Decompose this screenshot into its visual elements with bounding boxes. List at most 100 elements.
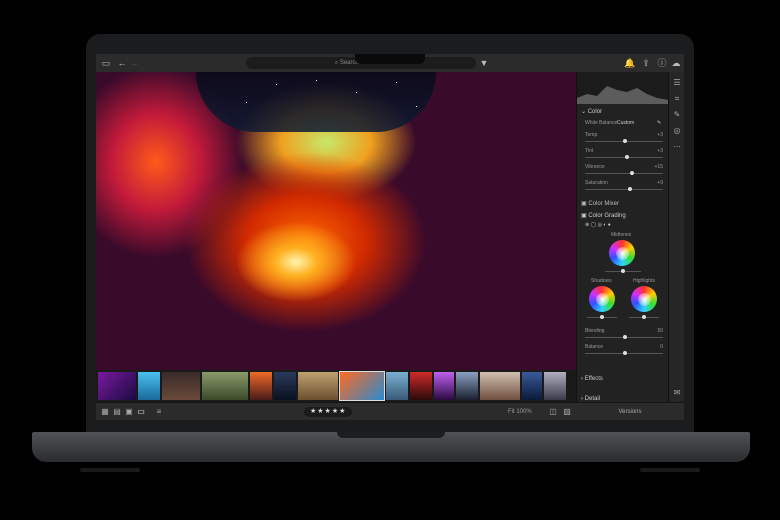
square-grid-icon[interactable]: ▣: [124, 407, 134, 417]
slider-knob[interactable]: [630, 171, 634, 175]
share-icon[interactable]: ⇪: [640, 57, 652, 69]
blending-slider[interactable]: [585, 335, 663, 339]
single-view-icon[interactable]: ▭: [136, 407, 146, 417]
thumbnail[interactable]: [298, 372, 338, 400]
edit-panel: ⌄ Color White Balance Custom ✎ Temp +3 T…: [576, 72, 669, 420]
main-photo[interactable]: [96, 72, 576, 370]
white-balance-select[interactable]: Custom: [617, 120, 634, 126]
healing-icon[interactable]: ✎: [672, 110, 682, 120]
star-rating[interactable]: ★★★★★: [304, 407, 353, 417]
edit-sliders-icon[interactable]: ☰: [672, 78, 682, 88]
back-arrow-icon[interactable]: ←: [116, 57, 128, 69]
midtones-wheel[interactable]: [609, 240, 635, 266]
thumbnail[interactable]: [138, 372, 160, 400]
slider-knob[interactable]: [623, 351, 627, 355]
balance-slider[interactable]: [585, 351, 663, 355]
color-title: Color: [587, 109, 603, 115]
thumbnail[interactable]: [522, 372, 542, 400]
grading-mode-icons[interactable]: ⊕ ◯ ◎ ◐ ●: [585, 222, 611, 228]
blending-value: 50: [657, 328, 663, 334]
slider-knob[interactable]: [600, 315, 604, 319]
midtones-slider[interactable]: [605, 269, 641, 273]
slider-knob[interactable]: [628, 187, 632, 191]
temp-slider[interactable]: [585, 139, 663, 143]
blending-label: Blending: [585, 328, 605, 334]
tool-rail: ☰ ⌗ ✎ ◎ ⋯ ✉ ⌂: [668, 72, 684, 420]
notification-icon[interactable]: 🔔: [624, 57, 636, 69]
laptop-foot: [640, 468, 700, 472]
night-sky: [196, 72, 436, 132]
more-icon[interactable]: ⋯: [672, 142, 682, 152]
slider-knob[interactable]: [623, 335, 627, 339]
balance-value: 0: [660, 344, 663, 350]
thumbnail[interactable]: [162, 372, 200, 400]
slider-knob[interactable]: [623, 139, 627, 143]
saturation-slider[interactable]: [585, 187, 663, 191]
comment-icon[interactable]: ✉: [672, 388, 682, 398]
filter-icon[interactable]: ▼: [478, 57, 490, 69]
thumbnail[interactable]: [250, 372, 272, 400]
slider-value: +9: [657, 180, 663, 186]
vibrance-slider[interactable]: [585, 171, 663, 175]
eyedropper-icon[interactable]: ✎: [657, 120, 661, 126]
slider-knob[interactable]: [642, 315, 646, 319]
panel-toggle-icon[interactable]: ▭: [100, 57, 112, 69]
highlights-slider[interactable]: [629, 315, 659, 319]
info-icon[interactable]: ⓘ: [656, 57, 668, 69]
slider-label: Tint: [585, 148, 594, 154]
slider-value: +3: [657, 148, 663, 154]
shadows-label: Shadows: [591, 278, 612, 284]
bottom-toolbar: ▦ ▤ ▣ ▭ ≡ ★★★★★ Fit 100% ◫ ▨: [96, 402, 576, 420]
grid-small-icon[interactable]: ▦: [100, 407, 110, 417]
highlights-label: Highlights: [633, 278, 655, 284]
thumbnail[interactable]: [456, 372, 478, 400]
midtones-label: Midtones: [611, 232, 632, 238]
color-mixer-section[interactable]: ▣ Color Mixer: [581, 200, 619, 207]
slider-value: +3: [657, 132, 663, 138]
slider-label: Saturation: [585, 180, 608, 186]
compare-icon[interactable]: ◫: [548, 407, 558, 417]
slider-label: Temp: [585, 132, 598, 138]
grid-large-icon[interactable]: ▤: [112, 407, 122, 417]
slider-knob[interactable]: [625, 155, 629, 159]
histogram: [577, 72, 669, 104]
thumbnail-selected[interactable]: [339, 371, 385, 401]
highlights-wheel[interactable]: [631, 286, 657, 312]
tint-slider[interactable]: [585, 155, 663, 159]
crop-icon[interactable]: ⌗: [672, 94, 682, 104]
versions-button[interactable]: Versions: [576, 402, 684, 420]
mask-icon[interactable]: ◎: [672, 126, 682, 136]
star: [246, 102, 247, 103]
color-section-title[interactable]: ⌄ Color: [581, 108, 602, 115]
color-grading-section[interactable]: ▣ Color Grading: [581, 212, 626, 219]
shadows-slider[interactable]: [587, 315, 617, 319]
thumbnail[interactable]: [434, 372, 454, 400]
thumbnail[interactable]: [202, 372, 248, 400]
before-after-icon[interactable]: ▨: [562, 407, 572, 417]
camera-notch: [355, 54, 425, 64]
color-grading-title: Color Grading: [588, 213, 626, 219]
thumbnail[interactable]: [410, 372, 432, 400]
sort-icon[interactable]: ≡: [154, 407, 164, 417]
thumbnail[interactable]: [544, 372, 566, 400]
shadows-wheel[interactable]: [589, 286, 615, 312]
histogram-graph: [577, 86, 669, 104]
thumbnail[interactable]: [480, 372, 520, 400]
app-window: ▭ ← → ⌕ Search All Photos ▼ 🔔 ⇪ ⓘ ☁: [96, 54, 684, 420]
forward-arrow-icon[interactable]: →: [128, 57, 140, 69]
laptop-foot: [80, 468, 140, 472]
filmstrip: [96, 370, 576, 402]
star: [396, 82, 397, 83]
slider-value: +15: [654, 164, 663, 170]
balance-label: Balance: [585, 344, 604, 350]
thumbnail[interactable]: [98, 372, 136, 400]
thumbnail[interactable]: [386, 372, 408, 400]
cloud-icon[interactable]: ☁: [670, 57, 682, 69]
slider-knob[interactable]: [621, 269, 625, 273]
white-balance-label: White Balance: [585, 120, 618, 126]
star: [276, 84, 277, 85]
effects-section[interactable]: › Effects: [581, 376, 603, 382]
laptop-lid: ▭ ← → ⌕ Search All Photos ▼ 🔔 ⇪ ⓘ ☁: [86, 34, 694, 436]
thumbnail[interactable]: [274, 372, 296, 400]
zoom-level[interactable]: Fit 100%: [508, 407, 532, 417]
